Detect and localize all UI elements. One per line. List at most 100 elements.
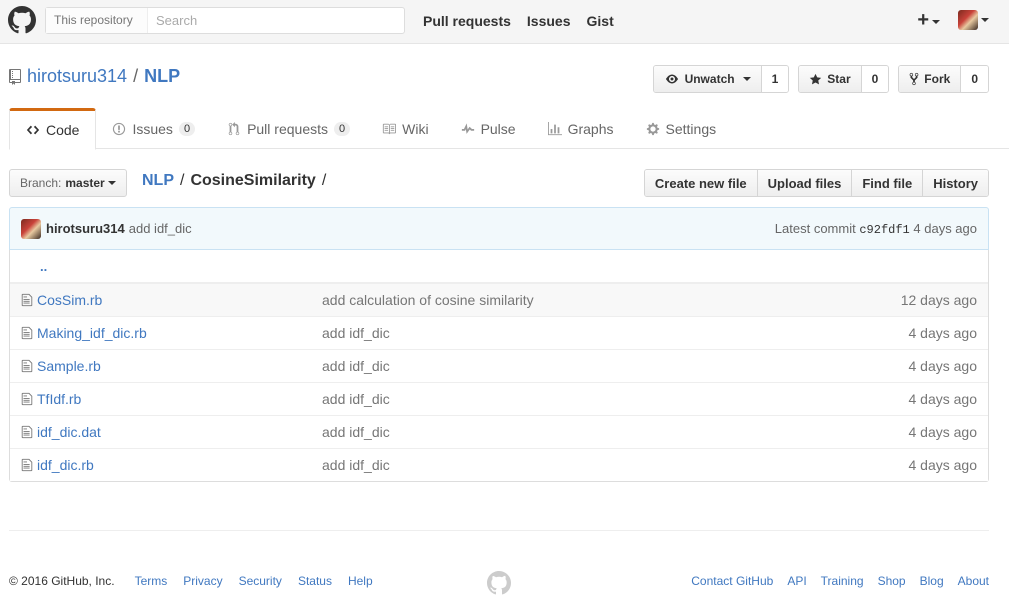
fork-icon — [909, 72, 919, 86]
file-name-link[interactable]: idf_dic.dat — [37, 424, 322, 440]
footer-link-about[interactable]: About — [958, 574, 989, 588]
tab-label: Code — [46, 122, 80, 138]
unwatch-button[interactable]: Unwatch — [653, 66, 761, 92]
watch-group: Unwatch 1 — [652, 65, 790, 93]
file-actions: Create new file Upload files Find file H… — [643, 169, 989, 197]
site-header: This repository Pull requests Issues Gis… — [0, 0, 1009, 44]
file-commit-message[interactable]: add idf_dic — [322, 325, 878, 341]
file-list: .. CosSim.rb add calculation of cosine s… — [9, 250, 989, 482]
footer-link-blog[interactable]: Blog — [920, 574, 944, 588]
file-name-link[interactable]: TfIdf.rb — [37, 391, 322, 407]
footer-link-privacy[interactable]: Privacy — [183, 574, 222, 588]
star-label: Star — [827, 72, 851, 86]
pulse-icon — [461, 122, 474, 134]
tab-label: Graphs — [567, 120, 614, 137]
repo-name-link[interactable]: NLP — [144, 66, 180, 87]
commit-author-link[interactable]: hirotsuru314 — [46, 221, 125, 236]
tab-settings[interactable]: Settings — [630, 108, 733, 149]
tab-graphs[interactable]: Graphs — [532, 108, 630, 149]
branch-select-button[interactable]: Branch: master — [9, 169, 127, 197]
file-icon — [21, 293, 33, 307]
caret-down-icon — [932, 20, 940, 25]
upload-files-button[interactable]: Upload files — [756, 170, 852, 196]
latest-commit-bar: hirotsuru314 add idf_dic Latest commit c… — [9, 207, 989, 250]
tab-label: Pull requests — [247, 120, 328, 137]
search-input[interactable] — [148, 8, 404, 33]
star-button[interactable]: Star — [799, 66, 861, 92]
up-directory-link[interactable]: .. — [10, 250, 988, 283]
book-icon — [383, 123, 397, 134]
create-new-file-button[interactable]: Create new file — [644, 170, 757, 196]
footer-left-links: © 2016 GitHub, Inc. Terms Privacy Securi… — [9, 574, 373, 588]
caret-down-icon — [742, 77, 751, 81]
tab-code[interactable]: Code — [9, 108, 97, 150]
tab-wiki[interactable]: Wiki — [366, 108, 444, 149]
footer-link-shop[interactable]: Shop — [878, 574, 906, 588]
file-age: 12 days ago — [900, 292, 977, 308]
file-name-link[interactable]: Making_idf_dic.rb — [37, 325, 322, 341]
create-new-dropdown[interactable]: + — [917, 10, 940, 30]
footer-link-training[interactable]: Training — [821, 574, 864, 588]
table-row: TfIdf.rb add idf_dic 4 days ago — [10, 382, 988, 415]
avatar[interactable] — [21, 218, 41, 239]
pull-request-icon — [228, 121, 240, 135]
file-commit-message[interactable]: add idf_dic — [322, 424, 878, 440]
fork-button[interactable]: Fork — [899, 66, 961, 92]
tab-label: Pulse — [480, 120, 516, 137]
file-commit-message[interactable]: add idf_dic — [322, 358, 878, 374]
fork-count[interactable]: 0 — [960, 66, 988, 92]
footer-link-terms[interactable]: Terms — [135, 574, 168, 588]
issue-icon — [113, 122, 126, 135]
github-mark-icon[interactable] — [487, 571, 511, 595]
file-icon — [21, 326, 33, 340]
file-name-link[interactable]: CosSim.rb — [37, 292, 322, 308]
watch-count[interactable]: 1 — [760, 66, 789, 92]
header-user-actions: + — [917, 10, 989, 30]
breadcrumb-separator: / — [321, 172, 327, 189]
tab-pulse[interactable]: Pulse — [445, 108, 532, 149]
file-age: 4 days ago — [908, 457, 978, 473]
file-age: 4 days ago — [908, 358, 978, 374]
nav-pull-requests[interactable]: Pull requests — [423, 13, 511, 29]
breadcrumb-current-dir: CosineSimilarity — [190, 172, 316, 189]
nav-gist[interactable]: Gist — [587, 13, 614, 29]
header-nav: Pull requests Issues Gist — [423, 13, 614, 29]
commit-message-link[interactable]: add idf_dic — [129, 221, 192, 236]
find-file-button[interactable]: Find file — [851, 170, 923, 196]
commit-meta: Latest commit c92fdf1 4 days ago — [775, 221, 977, 237]
pull-requests-counter: 0 — [334, 121, 351, 136]
commit-sha-link[interactable]: c92fdf1 — [859, 223, 909, 237]
footer-link-help[interactable]: Help — [348, 574, 373, 588]
caret-down-icon — [981, 18, 989, 22]
repo-owner-link[interactable]: hirotsuru314 — [27, 66, 127, 87]
gear-icon — [646, 122, 659, 135]
file-commit-message[interactable]: add idf_dic — [322, 457, 878, 473]
file-commit-message[interactable]: add idf_dic — [322, 391, 878, 407]
footer-link-status[interactable]: Status — [298, 574, 332, 588]
file-age: 4 days ago — [908, 391, 978, 407]
star-group: Star 0 — [798, 65, 890, 93]
footer-link-contact[interactable]: Contact GitHub — [691, 574, 773, 588]
github-logo-icon[interactable] — [8, 6, 36, 34]
file-name-link[interactable]: idf_dic.rb — [37, 457, 322, 473]
avatar — [958, 10, 978, 30]
nav-issues[interactable]: Issues — [527, 13, 571, 29]
scope-label[interactable]: This repository — [46, 8, 148, 33]
file-icon — [21, 458, 33, 472]
footer-link-security[interactable]: Security — [239, 574, 282, 588]
file-icon — [21, 425, 33, 439]
breadcrumb: NLP / CosineSimilarity / — [142, 172, 326, 190]
file-commit-message[interactable]: add calculation of cosine similarity — [322, 292, 878, 308]
breadcrumb-root-link[interactable]: NLP — [142, 172, 174, 190]
plus-icon: + — [917, 9, 929, 31]
file-name-link[interactable]: Sample.rb — [37, 358, 322, 374]
footer-link-api[interactable]: API — [787, 574, 806, 588]
star-icon — [810, 73, 822, 84]
history-button[interactable]: History — [922, 170, 988, 196]
pagehead-actions: Unwatch 1 Star 0 Fork 0 — [652, 65, 989, 93]
star-count[interactable]: 0 — [860, 66, 889, 92]
tab-issues[interactable]: Issues 0 — [96, 108, 211, 149]
issues-counter: 0 — [178, 121, 196, 136]
user-menu-dropdown[interactable] — [958, 10, 989, 30]
tab-pull-requests[interactable]: Pull requests 0 — [211, 108, 366, 149]
